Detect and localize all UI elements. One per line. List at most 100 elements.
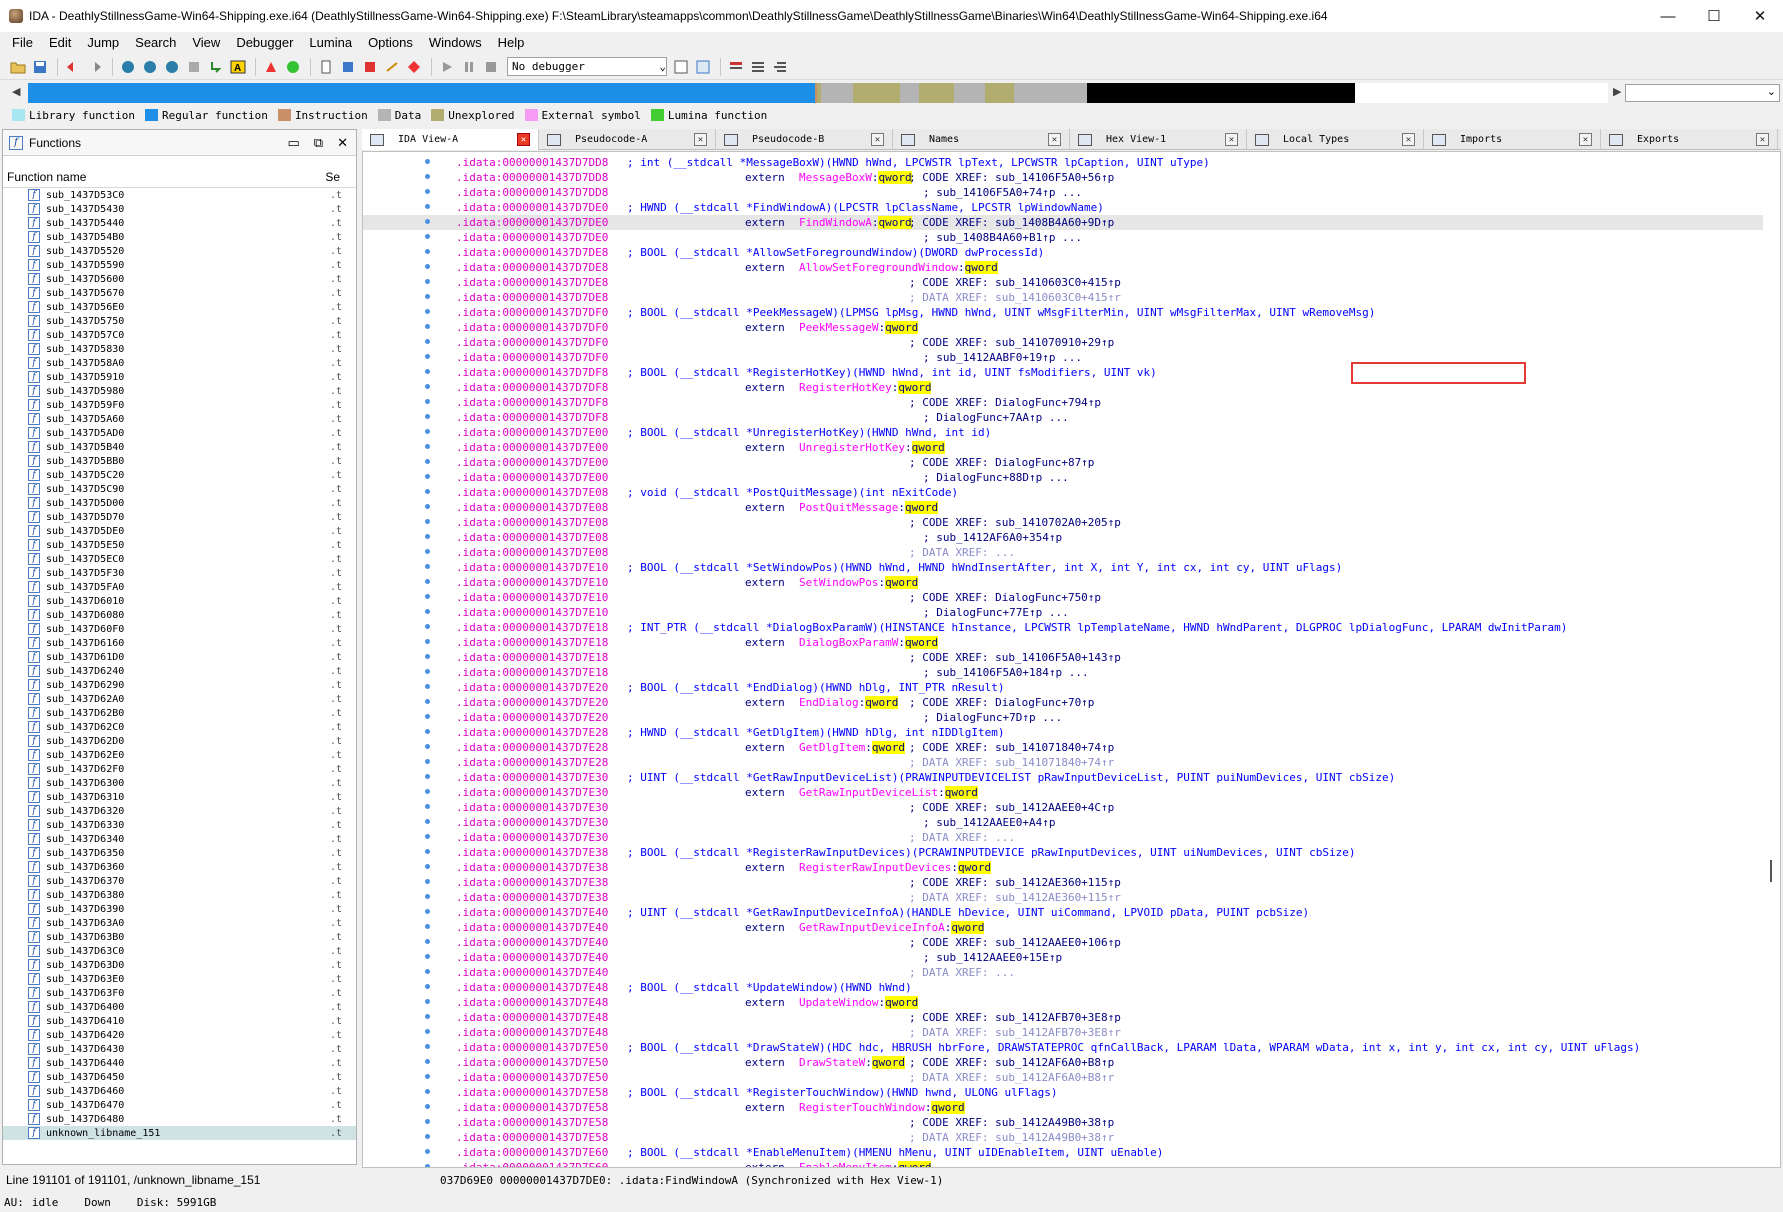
data-xref[interactable]: ; DATA XREF: ... (909, 830, 1015, 845)
menu-item-file[interactable]: File (4, 35, 41, 50)
tab-imports[interactable]: Imports ✕ (1424, 129, 1601, 150)
string-icon[interactable]: A (228, 57, 248, 77)
code-address[interactable]: .idata:00000001437D7E48 (456, 995, 608, 1010)
code-xref[interactable]: ; CODE XREF: DialogFunc+87↑p (909, 455, 1094, 470)
code-xref[interactable]: ; CODE XREF: sub_1412AFB70+3E8↑p (909, 1010, 1121, 1025)
disassembly-listing[interactable]: .idata:00000001437D7DD8 ; int (__stdcall … (363, 155, 1763, 1167)
code-line[interactable]: .idata:00000001437D7E28 ; DATA XREF: sub_… (363, 755, 1763, 770)
code-xref[interactable]: ; CODE XREF: DialogFunc+70↑p (909, 695, 1094, 710)
function-name[interactable]: sub_1437D6420 (46, 1030, 124, 1041)
function-name[interactable]: sub_1437D60F0 (46, 624, 124, 635)
menu-item-edit[interactable]: Edit (41, 35, 79, 50)
function-name[interactable]: sub_1437D53C0 (46, 190, 124, 201)
column-segment[interactable]: Se (325, 170, 340, 184)
code-address[interactable]: .idata:00000001437D7E18 (456, 665, 608, 680)
function-name[interactable]: sub_1437D5AD0 (46, 428, 124, 439)
breakpoint-icon[interactable] (360, 57, 380, 77)
function-row[interactable]: f sub_1437D58A0 .t (3, 356, 356, 370)
code-address[interactable]: .idata:00000001437D7E10 (456, 575, 608, 590)
code-address[interactable]: .idata:00000001437D7DE8 (456, 275, 608, 290)
menu-item-debugger[interactable]: Debugger (228, 35, 301, 50)
function-row[interactable]: f sub_1437D6440 .t (3, 1056, 356, 1070)
function-name[interactable]: sub_1437D5430 (46, 204, 124, 215)
function-name[interactable]: sub_1437D5A60 (46, 414, 124, 425)
function-name[interactable]: sub_1437D5980 (46, 386, 124, 397)
code-address[interactable]: .idata:00000001437D7E40 (456, 950, 608, 965)
function-name[interactable]: sub_1437D5C90 (46, 484, 124, 495)
text-view-icon[interactable] (140, 57, 160, 77)
function-name[interactable]: sub_1437D6320 (46, 806, 124, 817)
code-address[interactable]: .idata:00000001437D7E40 (456, 920, 608, 935)
function-name[interactable]: sub_1437D5440 (46, 218, 124, 229)
function-row[interactable]: f sub_1437D6430 .t (3, 1042, 356, 1056)
function-row[interactable]: f sub_1437D5C90 .t (3, 482, 356, 496)
extern-name[interactable]: GetDlgItem (799, 741, 865, 754)
function-name[interactable]: sub_1437D6340 (46, 834, 124, 845)
close-button[interactable]: ✕ (1737, 0, 1783, 32)
code-line[interactable]: .idata:00000001437D7E20 ; BOOL (__stdcall… (363, 680, 1763, 695)
function-row[interactable]: f sub_1437D62B0 .t (3, 706, 356, 720)
code-line[interactable]: .idata:00000001437D7E58 ; DATA XREF: sub_… (363, 1130, 1763, 1145)
data-xref[interactable]: ; DATA XREF: sub_1410603C0+415↑r (909, 290, 1121, 305)
function-name[interactable]: sub_1437D63C0 (46, 946, 124, 957)
code-line[interactable]: .idata:00000001437D7E38 extern RegisterRaw… (363, 860, 1763, 875)
lumina-icon[interactable] (283, 57, 303, 77)
function-row[interactable]: f sub_1437D5EC0 .t (3, 552, 356, 566)
panel-float-icon[interactable]: ⧉ (314, 135, 323, 151)
extern-name[interactable]: DrawStateW (799, 1056, 865, 1069)
code-address[interactable]: .idata:00000001437D7E08 (456, 530, 608, 545)
code-address[interactable]: .idata:00000001437D7E48 (456, 1010, 608, 1025)
code-address[interactable]: .idata:00000001437D7E30 (456, 815, 608, 830)
function-name[interactable]: sub_1437D6360 (46, 862, 124, 873)
function-row[interactable]: f sub_1437D6460 .t (3, 1084, 356, 1098)
code-address[interactable]: .idata:00000001437D7E58 (456, 1115, 608, 1130)
function-name[interactable]: sub_1437D63A0 (46, 918, 124, 929)
function-row[interactable]: f sub_1437D62E0 .t (3, 748, 356, 762)
debugger-select[interactable]: No debugger ⌄ (507, 57, 667, 76)
list-icon[interactable] (726, 57, 746, 77)
forward-icon[interactable] (85, 57, 105, 77)
code-address[interactable]: .idata:00000001437D7E28 (456, 740, 608, 755)
function-name[interactable]: sub_1437D6460 (46, 1086, 124, 1097)
code-line[interactable]: .idata:00000001437D7DD8 extern MessageBoxW… (363, 170, 1763, 185)
function-name[interactable]: sub_1437D6390 (46, 904, 124, 915)
code-line[interactable]: .idata:00000001437D7E18 ; sub_14106F5A0+1… (363, 665, 1763, 680)
function-row[interactable]: f sub_1437D5DE0 .t (3, 524, 356, 538)
code-line[interactable]: .idata:00000001437D7E58 extern RegisterTou… (363, 1100, 1763, 1115)
code-line[interactable]: .idata:00000001437D7DE0 ; HWND (__stdcall… (363, 200, 1763, 215)
tab-close-icon[interactable]: ✕ (871, 133, 884, 146)
code-line[interactable]: .idata:00000001437D7DF8 ; DialogFunc+7AA↑… (363, 410, 1763, 425)
code-line[interactable]: .idata:00000001437D7E28 ; HWND (__stdcall… (363, 725, 1763, 740)
code-xref[interactable]: ; CODE XREF: sub_14106F5A0+56↑p (909, 170, 1114, 185)
function-row[interactable]: f sub_1437D5D00 .t (3, 496, 356, 510)
ida-view-scrollbar[interactable] (1770, 860, 1772, 882)
code-address[interactable]: .idata:00000001437D7E38 (456, 890, 608, 905)
function-name[interactable]: sub_1437D5EC0 (46, 554, 124, 565)
data-xref[interactable]: ; DATA XREF: sub_1412AFB70+3E8↑r (909, 1025, 1121, 1040)
code-address[interactable]: .idata:00000001437D7DF0 (456, 335, 608, 350)
function-row[interactable]: f sub_1437D6080 .t (3, 608, 356, 622)
tab-names[interactable]: Names ✕ (893, 129, 1070, 150)
tab-label[interactable]: IDA View-A (398, 134, 517, 145)
function-row[interactable]: f sub_1437D5BB0 .t (3, 454, 356, 468)
tab-close-icon[interactable]: ✕ (517, 133, 530, 146)
code-address[interactable]: .idata:00000001437D7E10 (456, 590, 608, 605)
function-name[interactable]: sub_1437D57C0 (46, 330, 124, 341)
function-name[interactable]: sub_1437D6350 (46, 848, 124, 859)
function-row[interactable]: f sub_1437D5A60 .t (3, 412, 356, 426)
code-address[interactable]: .idata:00000001437D7DE8 (456, 260, 608, 275)
function-row[interactable]: f sub_1437D6010 .t (3, 594, 356, 608)
code-line[interactable]: .idata:00000001437D7DF0 ; sub_1412AABF0+1… (363, 350, 1763, 365)
code-address[interactable]: .idata:00000001437D7E58 (456, 1100, 608, 1115)
ida-view-a[interactable]: .idata:00000001437D7DD8 ; int (__stdcall … (362, 151, 1781, 1168)
extern-name[interactable]: EnableMenuItem (799, 1161, 892, 1167)
function-row[interactable]: f sub_1437D5830 .t (3, 342, 356, 356)
code-line[interactable]: .idata:00000001437D7E50 extern DrawStateW:… (363, 1055, 1763, 1070)
function-name[interactable]: sub_1437D6370 (46, 876, 124, 887)
code-xref[interactable]: ; CODE XREF: sub_1412AE360+115↑p (909, 875, 1121, 890)
function-name[interactable]: sub_1437D6470 (46, 1100, 124, 1111)
function-name[interactable]: sub_1437D6310 (46, 792, 124, 803)
menu-item-help[interactable]: Help (490, 35, 533, 50)
code-address[interactable]: .idata:00000001437D7DF8 (456, 395, 608, 410)
tab-label[interactable]: Pseudocode-A (575, 134, 694, 145)
